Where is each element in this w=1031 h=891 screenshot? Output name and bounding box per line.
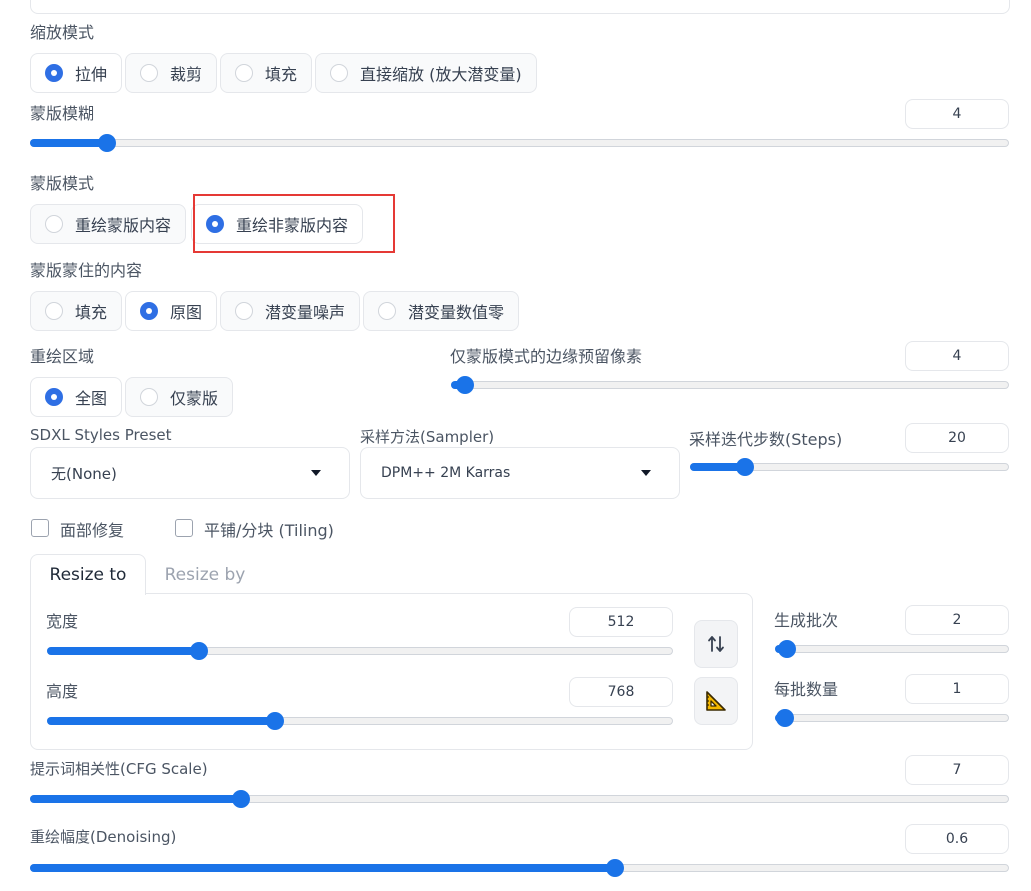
denoising-number-input[interactable]: 0.6 [905, 824, 1009, 854]
steps-number-input[interactable]: 20 [905, 423, 1009, 453]
height-slider[interactable] [47, 712, 673, 730]
denoising-label: 重绘幅度(Denoising) [30, 828, 177, 846]
masked-content-option-latent-noise[interactable]: 潜变量噪声 [220, 291, 361, 331]
option-label: 潜变量数值零 [408, 303, 505, 322]
tiling-label: 平铺/分块 (Tiling) [204, 521, 334, 540]
radio-unselected-icon [235, 302, 254, 320]
red-highlight-box [193, 194, 395, 253]
batch-size-number-input[interactable]: 1 [905, 674, 1009, 704]
slider-fill [47, 717, 276, 725]
radio-unselected-icon [45, 302, 63, 320]
option-label: 裁剪 [170, 65, 203, 84]
option-label: 直接缩放 (放大潜变量) [360, 65, 522, 84]
mask-blur-label: 蒙版模糊 [30, 104, 95, 123]
option-label: 填充 [265, 65, 298, 84]
inpaint-area-label: 重绘区域 [30, 347, 95, 366]
radio-unselected-icon [140, 388, 159, 406]
option-label: 全图 [75, 389, 108, 408]
cfg-scale-slider[interactable] [30, 790, 1009, 808]
cfg-scale-number-input[interactable]: 7 [905, 755, 1009, 785]
chevron-down-icon [641, 470, 651, 476]
slider-fill [30, 795, 242, 803]
radio-selected-icon [140, 302, 159, 320]
sampler-dropdown[interactable]: DPM++ 2M Karras [360, 447, 680, 499]
masked-content-option-latent-nothing[interactable]: 潜变量数值零 [363, 291, 520, 331]
option-label: 原图 [170, 303, 203, 322]
resize-mode-option-stretch[interactable]: 拉伸 [30, 53, 123, 93]
resize-mode-option-fill[interactable]: 填充 [220, 53, 313, 93]
only-masked-padding-slider[interactable] [451, 376, 1009, 394]
option-label: 潜变量噪声 [265, 303, 346, 322]
sdxl-styles-selected-value: 无(None) [51, 464, 117, 483]
sdxl-styles-label: SDXL Styles Preset [30, 426, 172, 444]
inpaint-area-option-whole[interactable]: 全图 [30, 377, 123, 417]
masked-content-radio-group: 填充 原图 潜变量噪声 潜变量数值零 [30, 291, 522, 331]
radio-selected-icon [45, 388, 63, 406]
slider-thumb[interactable] [98, 134, 117, 152]
only-masked-padding-number-input[interactable]: 4 [905, 341, 1009, 371]
steps-slider[interactable] [690, 458, 1009, 476]
slider-thumb[interactable] [456, 376, 475, 394]
resize-mode-option-crop[interactable]: 裁剪 [125, 53, 218, 93]
batch-size-label: 每批数量 [774, 680, 839, 699]
slider-fill [30, 864, 616, 872]
masked-content-option-fill[interactable]: 填充 [30, 291, 123, 331]
sdxl-styles-dropdown[interactable]: 无(None) [30, 447, 350, 499]
swap-dimensions-button[interactable] [694, 620, 738, 668]
aspect-ratio-button[interactable] [694, 677, 738, 725]
tab-resize-by[interactable]: Resize by [150, 554, 260, 595]
option-label: 拉伸 [75, 65, 108, 84]
mask-blur-slider[interactable] [30, 134, 1009, 152]
resize-mode-label: 缩放模式 [30, 23, 95, 42]
height-label: 高度 [46, 682, 79, 701]
radio-unselected-icon [140, 64, 159, 82]
radio-unselected-icon [330, 64, 349, 82]
radio-unselected-icon [235, 64, 254, 82]
mask-blur-number-input[interactable]: 4 [905, 99, 1009, 129]
batch-count-label: 生成批次 [774, 611, 839, 630]
radio-selected-icon [45, 64, 63, 82]
slider-thumb[interactable] [776, 709, 794, 727]
mask-mode-label: 蒙版模式 [30, 174, 95, 193]
height-number-input[interactable]: 768 [569, 677, 673, 707]
width-slider[interactable] [47, 642, 673, 660]
batch-count-slider[interactable] [775, 640, 1009, 658]
swap-arrows-icon [708, 636, 724, 652]
slider-thumb[interactable] [606, 859, 625, 877]
face-restore-label: 面部修复 [60, 521, 125, 540]
slider-fill [47, 647, 200, 655]
masked-content-label: 蒙版蒙住的内容 [30, 261, 143, 280]
radio-unselected-icon [378, 302, 397, 320]
chevron-down-icon [311, 470, 321, 476]
width-label: 宽度 [46, 612, 79, 631]
tab-resize-to[interactable]: Resize to [30, 554, 146, 595]
sampler-selected-value: DPM++ 2M Karras [381, 465, 511, 481]
face-restore-checkbox[interactable] [31, 519, 49, 537]
denoising-slider[interactable] [30, 859, 1009, 877]
resize-mode-option-latent[interactable]: 直接缩放 (放大潜变量) [315, 53, 537, 93]
mask-mode-option-inpaint-masked[interactable]: 重绘蒙版内容 [30, 204, 187, 244]
slider-thumb[interactable] [232, 790, 251, 808]
slider-thumb[interactable] [735, 458, 754, 476]
steps-label: 采样迭代步数(Steps) [689, 430, 843, 449]
masked-content-option-original[interactable]: 原图 [125, 291, 218, 331]
width-number-input[interactable]: 512 [569, 607, 673, 637]
slider-thumb[interactable] [778, 640, 797, 658]
radio-unselected-icon [45, 215, 63, 233]
inpaint-area-radio-group: 全图 仅蒙版 [30, 377, 236, 417]
top-truncated-box [30, 0, 1010, 14]
tiling-checkbox[interactable] [175, 519, 193, 537]
batch-count-number-input[interactable]: 2 [905, 605, 1009, 635]
inpaint-area-option-only-masked[interactable]: 仅蒙版 [125, 377, 234, 417]
only-masked-padding-label: 仅蒙版模式的边缘预留像素 [450, 347, 643, 366]
resize-mode-radio-group: 拉伸 裁剪 填充 直接缩放 (放大潜变量) [30, 53, 540, 93]
option-label: 填充 [75, 303, 108, 322]
sampler-label: 采样方法(Sampler) [360, 428, 495, 446]
slider-fill [30, 139, 108, 147]
batch-size-slider[interactable] [775, 709, 1009, 727]
cfg-scale-label: 提示词相关性(CFG Scale) [30, 760, 208, 778]
option-label: 重绘蒙版内容 [75, 216, 172, 235]
triangle-ruler-icon [706, 691, 726, 711]
option-label: 仅蒙版 [170, 389, 219, 408]
